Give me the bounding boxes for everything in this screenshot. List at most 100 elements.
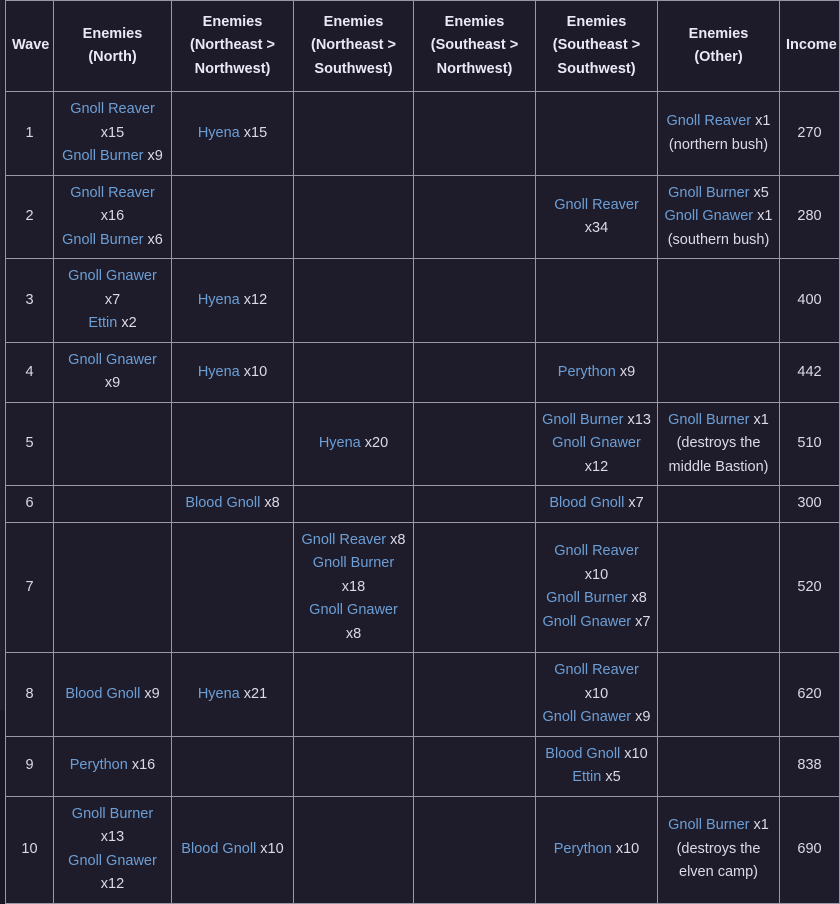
wave-number-cell: 8	[5, 652, 54, 737]
enemies-north-cell: Gnoll Gnawer x7 Ettin x2	[53, 258, 172, 343]
column-header-income-col: Income	[779, 0, 840, 93]
enemy-entry: Perython x10	[542, 838, 651, 861]
column-header-line: Southwest)	[557, 60, 636, 77]
income-cell: 620	[779, 652, 840, 737]
enemy-link[interactable]: Gnoll Burner	[542, 412, 623, 428]
wave-number-cell: 7	[5, 521, 54, 654]
enemy-link[interactable]: Blood Gnoll	[549, 495, 624, 511]
enemy-link[interactable]: Hyena	[198, 686, 240, 702]
enemy-entry: Blood Gnoll x7	[542, 492, 651, 515]
enemy-count: x12	[243, 291, 268, 308]
enemy-count: x1	[753, 817, 769, 834]
enemy-link[interactable]: Gnoll Reaver	[667, 113, 752, 129]
enemies-northeast-southwest-cell	[293, 795, 414, 904]
enemy-link[interactable]: Gnoll Burner	[62, 148, 143, 164]
enemy-link[interactable]: Gnoll Reaver	[70, 185, 155, 201]
enemy-link[interactable]: Gnoll Gnawer	[542, 614, 631, 630]
enemy-count: x10	[615, 840, 640, 857]
enemy-link[interactable]: Gnoll Burner	[62, 232, 143, 248]
enemies-northeast-northwest-cell: Blood Gnoll x8	[171, 485, 294, 523]
enemy-count: x10	[260, 840, 284, 857]
enemy-link[interactable]: Gnoll Burner	[668, 185, 749, 201]
enemy-entry: Hyena x12	[178, 289, 287, 312]
enemy-count: x1	[755, 113, 771, 130]
enemy-link[interactable]: Ettin	[572, 769, 601, 785]
enemies-north-cell	[53, 521, 172, 654]
enemy-count: x10	[243, 363, 268, 380]
wave-number-cell: 1	[5, 91, 54, 176]
enemy-link[interactable]: Gnoll Reaver	[554, 543, 639, 559]
enemy-link[interactable]: Perython	[70, 757, 128, 773]
enemy-link[interactable]: Gnoll Reaver	[554, 197, 639, 213]
enemies-other-cell: Gnoll Burner x1 (destroys the middle Bast…	[657, 401, 780, 487]
column-header-line: Southwest)	[314, 60, 393, 77]
enemy-entry: Blood Gnoll x10	[178, 838, 287, 861]
enemy-count: x15	[243, 124, 268, 141]
enemy-link[interactable]: Hyena	[198, 125, 240, 141]
enemies-north-cell: Perython x16	[53, 735, 172, 797]
enemies-north-cell: Blood Gnoll x9	[53, 652, 172, 737]
enemy-link[interactable]: Gnoll Burner	[313, 555, 394, 571]
enemies-southeast-northwest-cell	[413, 485, 536, 523]
enemy-count: x8	[631, 590, 647, 607]
table-row: 6 Blood Gnoll x8 Blood Gnoll x7 300	[5, 485, 840, 523]
enemy-link[interactable]: Gnoll Gnawer	[68, 853, 157, 869]
enemies-southeast-northwest-cell	[413, 174, 536, 260]
enemy-count: x20	[364, 435, 389, 452]
column-header-se-sw-col: Enemies (Southeast > Southwest)	[535, 0, 658, 93]
enemy-link[interactable]: Blood Gnoll	[181, 841, 256, 857]
enemies-northeast-southwest-cell	[293, 258, 414, 343]
enemy-count: x15	[100, 124, 125, 141]
enemy-note: (destroys the elven camp)	[676, 840, 761, 881]
enemy-link[interactable]: Ettin	[88, 315, 117, 331]
enemy-link[interactable]: Blood Gnoll	[185, 495, 260, 511]
enemy-link[interactable]: Gnoll Gnawer	[542, 709, 631, 725]
table-header-row: Wave Enemies (North) Enemies (Northeast > Nor…	[5, 0, 840, 93]
table-row: 7 Gnoll Reaver x8 Gnoll Burner x18 Gnoll Gn…	[5, 521, 840, 654]
enemy-link[interactable]: Gnoll Burner	[546, 590, 627, 606]
wave-number-cell: 10	[5, 795, 54, 904]
enemies-northeast-northwest-cell: Hyena x10	[171, 341, 294, 403]
enemy-link[interactable]: Blood Gnoll	[545, 746, 620, 762]
enemy-link[interactable]: Hyena	[198, 292, 240, 308]
enemies-northeast-northwest-cell	[171, 401, 294, 487]
enemy-count: x16	[131, 757, 156, 774]
enemy-count: x10	[584, 566, 609, 583]
enemy-link[interactable]: Gnoll Reaver	[554, 662, 639, 678]
enemies-north-cell: Gnoll Reaver x16 Gnoll Burner x6	[53, 174, 172, 260]
enemy-link[interactable]: Hyena	[198, 364, 240, 380]
income-cell: 442	[779, 341, 840, 403]
column-header-line: Enemies	[202, 14, 263, 30]
enemy-link[interactable]: Hyena	[319, 435, 361, 451]
enemy-link[interactable]: Gnoll Burner	[72, 806, 153, 822]
table-header: Wave Enemies (North) Enemies (Northeast > Nor…	[5, 0, 840, 93]
enemy-entry: Gnoll Burner x13	[542, 409, 651, 432]
column-header-line: (Southeast >	[552, 37, 641, 54]
enemy-link[interactable]: Gnoll Reaver	[302, 532, 387, 548]
enemy-link[interactable]: Gnoll Reaver	[70, 101, 155, 117]
enemy-entry: Gnoll Gnawer x1	[664, 205, 773, 228]
enemy-link[interactable]: Perython	[558, 364, 616, 380]
income-cell: 510	[779, 401, 840, 487]
enemies-other-cell: Gnoll Burner x5 Gnoll Gnawer x1 (southern …	[657, 174, 780, 260]
enemy-link[interactable]: Gnoll Gnawer	[309, 602, 398, 618]
wave-number-cell: 3	[5, 258, 54, 343]
enemy-entry: Blood Gnoll x10	[542, 743, 651, 766]
enemy-link[interactable]: Gnoll Burner	[668, 817, 749, 833]
enemy-count: x12	[100, 876, 125, 893]
enemy-link[interactable]: Gnoll Gnawer	[552, 435, 641, 451]
income-cell: 690	[779, 795, 840, 904]
enemy-link[interactable]: Blood Gnoll	[65, 686, 140, 702]
enemy-link[interactable]: Gnoll Gnawer	[68, 268, 157, 284]
enemy-link[interactable]: Perython	[554, 841, 612, 857]
enemy-link[interactable]: Gnoll Gnawer	[664, 208, 753, 224]
income-cell: 838	[779, 735, 840, 797]
enemy-entry: Hyena x20	[300, 432, 407, 455]
enemy-link[interactable]: Gnoll Gnawer	[68, 352, 157, 368]
enemies-other-cell	[657, 735, 780, 797]
enemy-note: (destroys the middle Bastion)	[668, 435, 769, 475]
enemies-northeast-southwest-cell	[293, 485, 414, 523]
enemy-link[interactable]: Gnoll Burner	[668, 412, 749, 428]
column-header-wave-col: Wave	[5, 0, 54, 93]
enemies-southeast-northwest-cell	[413, 91, 536, 176]
